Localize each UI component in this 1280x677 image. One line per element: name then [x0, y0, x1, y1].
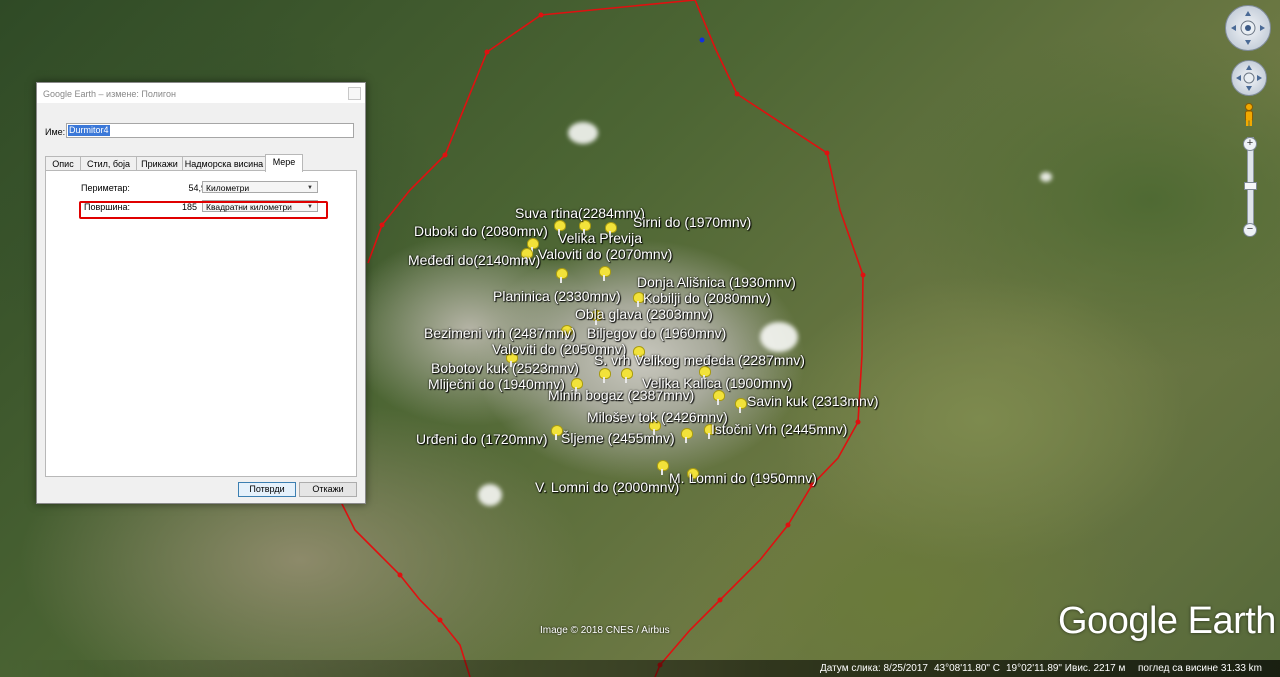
area-highlight-box [79, 201, 328, 219]
placemark-pin[interactable] [598, 368, 611, 383]
eye-icon [1231, 11, 1265, 45]
peak-label[interactable]: Istočni Vrh (2445mnv) [711, 421, 847, 437]
blue-vertex [699, 37, 705, 43]
placemark-pin[interactable] [680, 428, 693, 443]
placemark-pin[interactable] [598, 266, 611, 281]
edit-polygon-dialog[interactable]: Google Earth – измене: Полигон Име: Durm… [36, 82, 366, 504]
status-bar: Датум слика: 8/25/2017 43°08'11.80" С 19… [0, 660, 1280, 677]
peak-label[interactable]: Valoviti do (2070mnv) [538, 246, 672, 262]
close-icon[interactable] [348, 87, 361, 100]
cloud [478, 484, 502, 506]
dialog-titlebar[interactable]: Google Earth – измене: Полигон [37, 83, 365, 103]
placemark-pin[interactable] [734, 398, 747, 413]
peak-label[interactable]: Bobotov kuk (2523mnv) [431, 360, 579, 376]
peak-label[interactable]: M. Lomni do (1950mnv) [669, 470, 817, 486]
peak-label[interactable]: Velika Previja [558, 230, 642, 246]
placemark-pin[interactable] [712, 390, 725, 405]
name-label: Име: [45, 127, 66, 137]
elevation: вис. 2217 м [1072, 663, 1126, 674]
peak-label[interactable]: Sirni do (1970mnv) [633, 214, 751, 230]
placemark-pin[interactable] [620, 368, 633, 383]
peak-label[interactable]: Biljegov do (1960mnv) [587, 325, 726, 341]
longitude: 19°02'11.89" И [1006, 663, 1072, 674]
perimeter-value: 54,9 [188, 183, 206, 193]
perimeter-unit-value: Километри [206, 183, 250, 193]
tab-style-color[interactable]: Стил, боја [80, 156, 137, 171]
cloud [568, 122, 598, 144]
peak-label[interactable]: Milošev tok (2426mnv) [587, 409, 728, 425]
peak-label[interactable]: Šljeme (2455mnv) [561, 430, 675, 446]
latitude: 43°08'11.80" С [934, 663, 1000, 674]
google-earth-logo: Google Earth [1058, 600, 1276, 642]
peak-label[interactable]: Međeđi do(2140mnv) [408, 252, 540, 268]
look-around-control[interactable] [1225, 5, 1271, 51]
zoom-slider-thumb[interactable] [1244, 182, 1257, 190]
tab-measurements[interactable]: Мере [265, 154, 303, 172]
imagery-credit: Image © 2018 CNES / Airbus [540, 625, 670, 636]
cloud [760, 322, 798, 352]
eye-altitude: поглед са висине 31.33 km [1138, 663, 1263, 674]
tab-description[interactable]: Опис [45, 156, 81, 171]
peak-label[interactable]: Minin bogaz (2387mnv) [548, 387, 694, 403]
name-input[interactable]: Durmitor4 [66, 123, 354, 138]
move-control[interactable] [1231, 60, 1267, 96]
peak-label[interactable]: Urđeni do (1720mnv) [416, 431, 548, 447]
cloud [1040, 172, 1052, 182]
tab-view[interactable]: Прикажи [136, 156, 183, 171]
zoom-in-button[interactable]: + [1243, 137, 1257, 151]
dialog-title: Google Earth – измене: Полигон [43, 89, 176, 99]
placemark-pin[interactable] [656, 460, 669, 475]
peak-label[interactable]: Kobilji do (2080mnv) [643, 290, 771, 306]
cancel-button[interactable]: Откажи [299, 482, 357, 497]
perimeter-label: Периметар: [81, 183, 130, 193]
peak-label[interactable]: Bezimeni vrh (2487mnv) [424, 325, 576, 341]
placemark-pin[interactable] [555, 268, 568, 283]
peak-label[interactable]: Mliječni do (1940mnv) [428, 376, 565, 392]
peak-label[interactable]: Savin kuk (2313mnv) [747, 393, 879, 409]
pan-arrows-icon [1236, 65, 1262, 91]
street-view-pegman-icon[interactable] [1243, 103, 1255, 127]
polygon-boundary-left [339, 499, 471, 677]
peak-label[interactable]: Donja Ališnica (1930mnv) [637, 274, 796, 290]
peak-label[interactable]: Obla glava (2303mnv) [575, 306, 713, 322]
peak-label[interactable]: Suva rtina(2284mnv) [515, 205, 645, 221]
tab-altitude[interactable]: Надморска висина [182, 156, 266, 171]
peak-label[interactable]: Duboki do (2080mnv) [414, 223, 548, 239]
peak-label[interactable]: Planinica (2330mnv) [493, 288, 621, 304]
name-input-value: Durmitor4 [68, 125, 110, 136]
zoom-out-button[interactable]: − [1243, 223, 1257, 237]
perimeter-unit-select[interactable]: Километри [202, 181, 318, 194]
peak-label[interactable]: V. Lomni do (2000mnv) [535, 479, 679, 495]
peak-label[interactable]: S. vrh Velikog međeda (2287mnv) [594, 352, 805, 368]
image-date: Датум слика: 8/25/2017 [820, 663, 928, 674]
ok-button[interactable]: Потврди [238, 482, 296, 497]
